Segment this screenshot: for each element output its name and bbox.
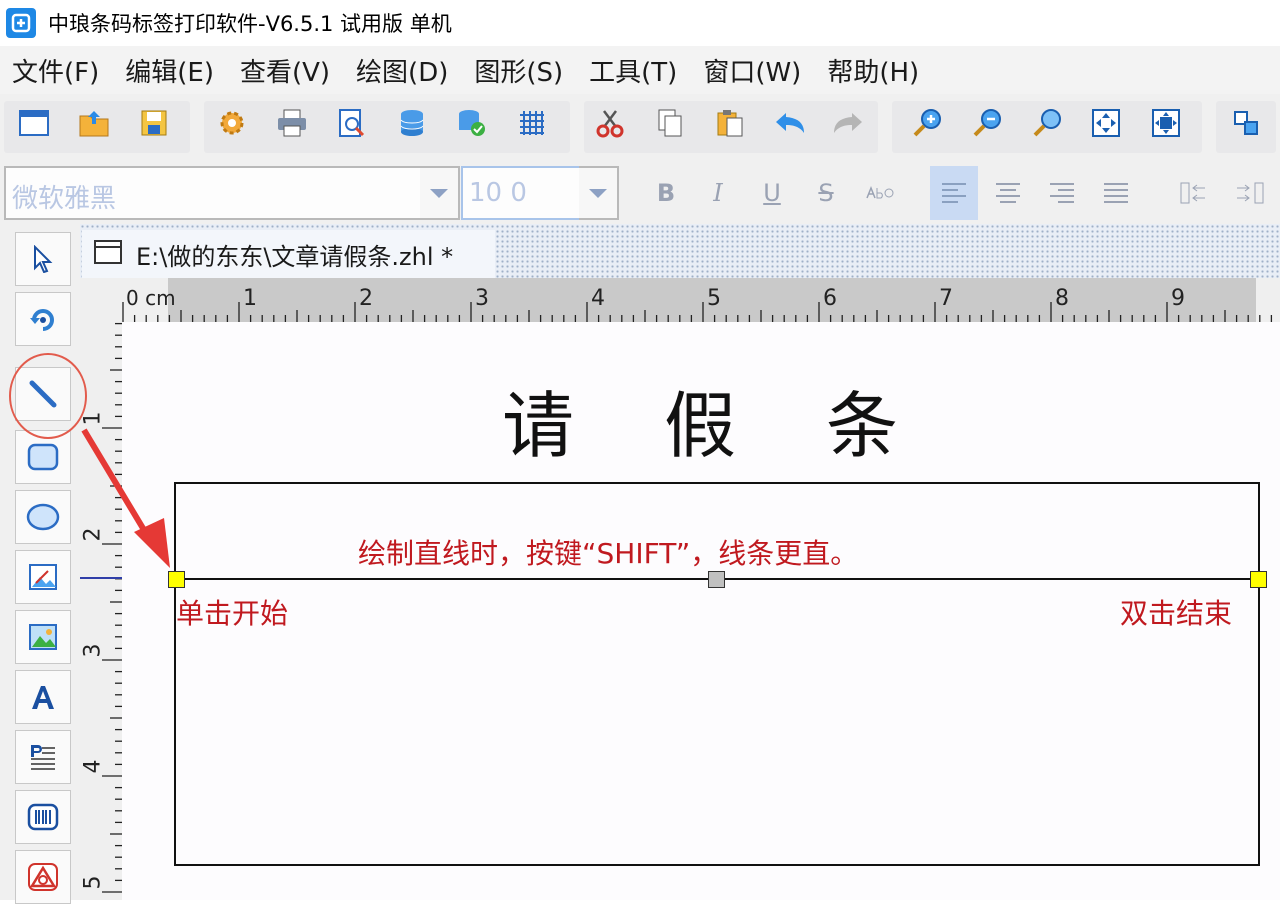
menu-edit[interactable]: 编辑(E) <box>125 52 214 89</box>
ruler-label: 7 <box>939 286 953 311</box>
fit-window-icon[interactable] <box>1148 105 1184 141</box>
title-bar: 中琅条码标签打印软件-V6.5.1 试用版 单机 <box>0 0 1280 46</box>
font-size-input[interactable]: 10 0 <box>461 166 581 220</box>
line-start-handle[interactable] <box>168 571 185 588</box>
new-icon[interactable] <box>16 105 52 141</box>
start-hint-annotation: 单击开始 <box>176 597 289 630</box>
spacing-increase-icon[interactable] <box>1226 166 1274 220</box>
open-icon[interactable] <box>76 105 112 141</box>
grid-icon[interactable] <box>514 105 550 141</box>
window-title: 中琅条码标签打印软件-V6.5.1 试用版 单机 <box>48 12 452 36</box>
rectangle-tool[interactable] <box>15 430 71 484</box>
ruler-label: 4 <box>591 286 605 311</box>
ruler-label: 1 <box>80 411 106 426</box>
document-tab[interactable]: E:\做的东东\文章请假条.zhl * <box>82 230 495 278</box>
cursor-guide <box>80 577 122 579</box>
undo-icon[interactable] <box>772 105 808 141</box>
menu-file[interactable]: 文件(F) <box>12 52 99 89</box>
main-toolbar <box>0 94 1280 160</box>
line-mid-handle[interactable] <box>708 571 725 588</box>
save-icon[interactable] <box>136 105 172 141</box>
database-icon[interactable] <box>394 105 430 141</box>
print-icon[interactable] <box>274 105 310 141</box>
settings-icon[interactable] <box>214 105 250 141</box>
size-dropdown-button[interactable] <box>579 166 619 220</box>
shape-tool[interactable] <box>15 850 71 904</box>
vertical-ruler: 1 2 3 4 5 <box>80 322 122 900</box>
menu-tools[interactable]: 工具(T) <box>589 52 677 89</box>
zoom-in-icon[interactable] <box>910 105 946 141</box>
document-tab-label: E:\做的东东\文章请假条.zhl * <box>136 242 454 271</box>
underline-button[interactable]: U <box>748 166 796 220</box>
document-tab-bar: E:\做的东东\文章请假条.zhl * <box>80 224 1280 278</box>
ruler-ticks <box>122 302 1273 322</box>
chevron-down-icon <box>430 188 448 198</box>
ruler-label: 9 <box>1171 286 1185 311</box>
ruler-label: 6 <box>823 286 837 311</box>
align-left-icon[interactable] <box>930 166 978 220</box>
ruler-label: 5 <box>707 286 721 311</box>
rotate-tool[interactable] <box>15 292 71 346</box>
ruler-label: 8 <box>1055 286 1069 311</box>
chevron-down-icon <box>589 188 607 198</box>
text-effect-icon[interactable] <box>856 166 904 220</box>
arrange-icon[interactable] <box>1228 105 1264 141</box>
ruler-ticks <box>102 322 122 893</box>
redo-icon[interactable] <box>830 105 866 141</box>
copy-icon[interactable] <box>652 105 688 141</box>
menu-window[interactable]: 窗口(W) <box>703 52 801 89</box>
menu-bar: 文件(F) 编辑(E) 查看(V) 绘图(D) 图形(S) 工具(T) 窗口(W… <box>0 46 1280 94</box>
zoom-icon[interactable] <box>1030 105 1066 141</box>
text-tool[interactable] <box>15 670 71 724</box>
ruler-label: 2 <box>359 286 373 311</box>
label-canvas[interactable]: 请假条 绘制直线时，按键“SHIFT”，线条更直。 单击开始 双击结束 <box>122 322 1280 900</box>
align-justify-icon[interactable] <box>1092 166 1140 220</box>
fit-page-icon[interactable] <box>1088 105 1124 141</box>
spacing-decrease-icon[interactable] <box>1170 166 1218 220</box>
barcode-tool[interactable] <box>15 790 71 844</box>
line-tool[interactable] <box>15 367 71 421</box>
select-tool[interactable] <box>15 232 71 286</box>
line-end-handle[interactable] <box>1250 571 1267 588</box>
menu-help[interactable]: 帮助(H) <box>827 52 919 89</box>
label-title[interactable]: 请假条 <box>502 367 902 472</box>
zoom-out-icon[interactable] <box>970 105 1006 141</box>
ruler-label: 3 <box>80 643 106 658</box>
ruler-unit-label: 0 cm <box>126 286 176 310</box>
rich-text-tool[interactable] <box>15 730 71 784</box>
font-dropdown-button[interactable] <box>420 166 460 220</box>
paste-icon[interactable] <box>712 105 748 141</box>
ruler-label: 5 <box>80 875 106 890</box>
database-connect-icon[interactable] <box>454 105 490 141</box>
instruction-annotation: 绘制直线时，按键“SHIFT”，线条更直。 <box>358 537 859 570</box>
bold-button[interactable]: B <box>642 166 690 220</box>
ruler-label: 3 <box>475 286 489 311</box>
italic-button[interactable]: I <box>694 166 742 220</box>
menu-view[interactable]: 查看(V) <box>240 52 330 89</box>
image-tool[interactable] <box>15 550 71 604</box>
ruler-label: 1 <box>243 286 257 311</box>
font-family-select[interactable]: 微软雅黑 <box>4 166 422 220</box>
picture-tool[interactable] <box>15 610 71 664</box>
ruler-label: 2 <box>80 527 106 542</box>
drawing-toolbox <box>0 224 80 904</box>
cut-icon[interactable] <box>592 105 628 141</box>
format-toolbar: 微软雅黑 10 0 B I U S <box>0 160 1280 224</box>
menu-draw[interactable]: 绘图(D) <box>356 52 448 89</box>
ruler-label: 4 <box>80 759 106 774</box>
strikethrough-button[interactable]: S <box>802 166 850 220</box>
ellipse-tool[interactable] <box>15 490 71 544</box>
horizontal-ruler: 0 cm 1 2 3 4 5 6 7 8 9 <box>80 278 1280 322</box>
document-icon <box>94 239 122 269</box>
end-hint-annotation: 双击结束 <box>1120 597 1233 630</box>
align-center-icon[interactable] <box>984 166 1032 220</box>
align-right-icon[interactable] <box>1038 166 1086 220</box>
app-logo-icon <box>6 8 36 38</box>
print-preview-icon[interactable] <box>334 105 370 141</box>
menu-shape[interactable]: 图形(S) <box>474 52 563 89</box>
